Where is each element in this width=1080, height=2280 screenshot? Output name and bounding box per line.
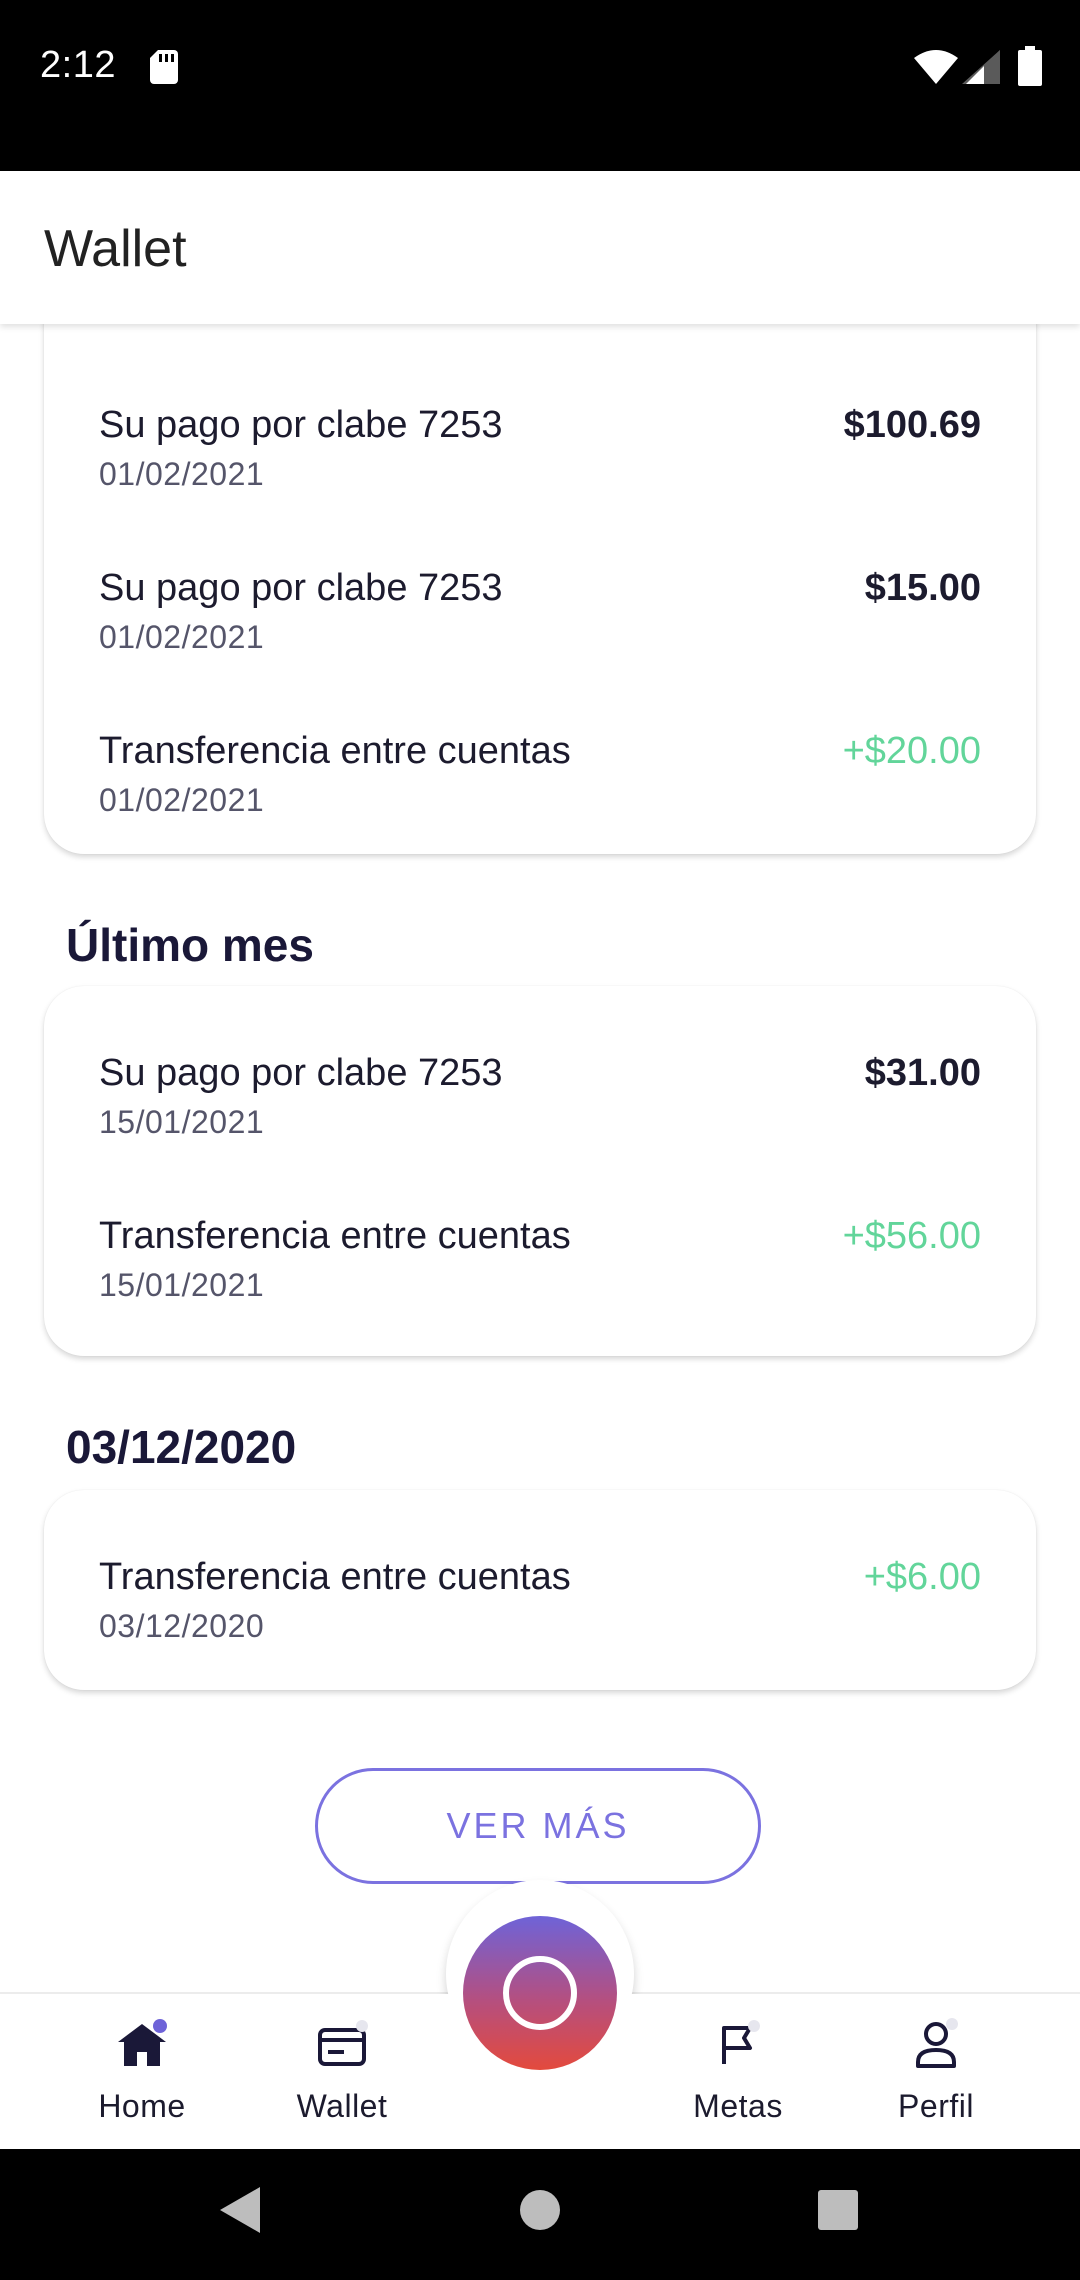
transaction-amount: $31.00	[864, 1052, 981, 1094]
nav-item-metas[interactable]: Metas	[658, 2018, 818, 2138]
transaction-card: Transferencia entre cuentas 03/12/2020 +…	[44, 1490, 1036, 1690]
transaction-row[interactable]: Transferencia entre cuentas 15/01/2021 +…	[99, 1215, 981, 1315]
card-icon	[318, 2020, 368, 2066]
sd-card-icon	[150, 50, 178, 84]
transaction-row[interactable]: Su pago por clabe 7253 01/02/2021 $100.6…	[99, 404, 981, 504]
transaction-row[interactable]: Su pago por clabe 7253 01/02/2021 $15.00	[99, 567, 981, 667]
nav-item-home[interactable]: Home	[62, 2018, 222, 2138]
home-icon	[118, 2019, 167, 2066]
transaction-date: 15/01/2021	[99, 1104, 265, 1140]
transaction-date: 01/02/2021	[99, 782, 265, 818]
transaction-title: Transferencia entre cuentas	[99, 1215, 571, 1257]
nav-label: Metas	[693, 2088, 783, 2124]
transaction-card: Su pago por clabe 7253 15/01/2021 $31.00…	[44, 986, 1036, 1356]
status-bar: 2:12	[0, 0, 1080, 171]
nav-item-perfil[interactable]: Perfil	[856, 2018, 1016, 2138]
recents-icon[interactable]	[816, 2185, 860, 2235]
nav-label: Wallet	[296, 2088, 388, 2124]
section-heading: 03/12/2020	[66, 1421, 297, 1473]
battery-icon	[1018, 46, 1042, 86]
page-title: Wallet	[44, 220, 187, 278]
system-navigation-bar	[0, 2147, 1080, 2280]
back-icon[interactable]	[216, 2185, 262, 2235]
transaction-date: 15/01/2021	[99, 1267, 265, 1303]
wifi-icon	[914, 50, 958, 84]
transaction-title: Transferencia entre cuentas	[99, 1556, 571, 1598]
person-icon	[916, 2018, 958, 2068]
transaction-title: Su pago por clabe 7253	[99, 1052, 503, 1094]
transaction-row[interactable]: Su pago por clabe 7253 15/01/2021 $31.00	[99, 1052, 981, 1152]
flag-icon	[722, 2020, 760, 2064]
transaction-amount: $100.69	[843, 404, 981, 446]
transaction-title: Transferencia entre cuentas	[99, 730, 571, 772]
nav-label: Home	[98, 2088, 186, 2124]
status-time: 2:12	[40, 44, 116, 86]
transaction-row[interactable]: Transferencia entre cuentas 01/02/2021 +…	[99, 730, 981, 830]
transaction-row[interactable]: Transferencia entre cuentas 03/12/2020 +…	[99, 1556, 981, 1656]
section-heading: Último mes	[66, 919, 314, 971]
transaction-date: 01/02/2021	[99, 619, 265, 655]
transaction-date: 03/12/2020	[99, 1608, 265, 1644]
nav-label: Perfil	[898, 2088, 974, 2124]
home-button-icon[interactable]	[518, 2185, 562, 2235]
transaction-amount: $15.00	[864, 567, 981, 609]
see-more-button[interactable]: VER MÁS	[315, 1768, 761, 1884]
transaction-amount: +$6.00	[863, 1556, 981, 1598]
transactions-list[interactable]: Su pago por clabe 7253 01/02/2021 $100.6…	[0, 324, 1080, 1994]
circle-icon	[503, 1956, 577, 2030]
signal-icon	[962, 50, 1000, 84]
transaction-date: 01/02/2021	[99, 456, 265, 492]
transaction-card: Su pago por clabe 7253 01/02/2021 $100.6…	[44, 324, 1036, 854]
transaction-amount: +$56.00	[842, 1215, 981, 1257]
center-action-button[interactable]	[463, 1916, 617, 2070]
transaction-amount: +$20.00	[842, 730, 981, 772]
app-bar: Wallet	[0, 171, 1080, 324]
transaction-title: Su pago por clabe 7253	[99, 567, 503, 609]
transaction-title: Su pago por clabe 7253	[99, 404, 503, 446]
nav-item-wallet[interactable]: Wallet	[262, 2018, 422, 2138]
